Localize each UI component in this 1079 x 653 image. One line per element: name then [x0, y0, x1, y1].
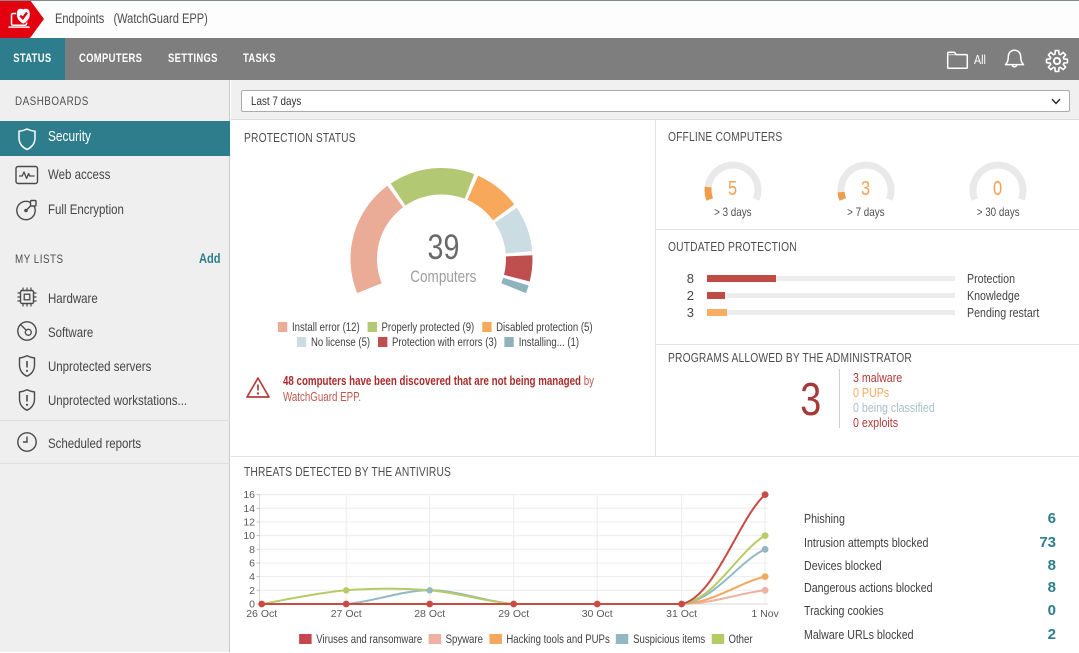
- svg-text:29 Oct: 29 Oct: [498, 608, 529, 620]
- svg-text:6: 6: [249, 558, 255, 570]
- svg-text:31 Oct: 31 Oct: [666, 608, 697, 620]
- svg-text:27 Oct: 27 Oct: [331, 608, 362, 620]
- svg-text:16: 16: [243, 489, 255, 501]
- svg-text:8: 8: [249, 544, 255, 556]
- svg-text:2: 2: [249, 585, 255, 597]
- svg-text:14: 14: [243, 503, 255, 515]
- svg-text:1 Nov: 1 Nov: [751, 608, 779, 620]
- svg-text:10: 10: [243, 530, 255, 542]
- svg-text:26 Oct: 26 Oct: [246, 608, 277, 620]
- svg-text:12: 12: [243, 517, 255, 529]
- svg-text:4: 4: [249, 571, 255, 583]
- svg-text:28 Oct: 28 Oct: [414, 608, 445, 620]
- svg-text:30 Oct: 30 Oct: [582, 608, 613, 620]
